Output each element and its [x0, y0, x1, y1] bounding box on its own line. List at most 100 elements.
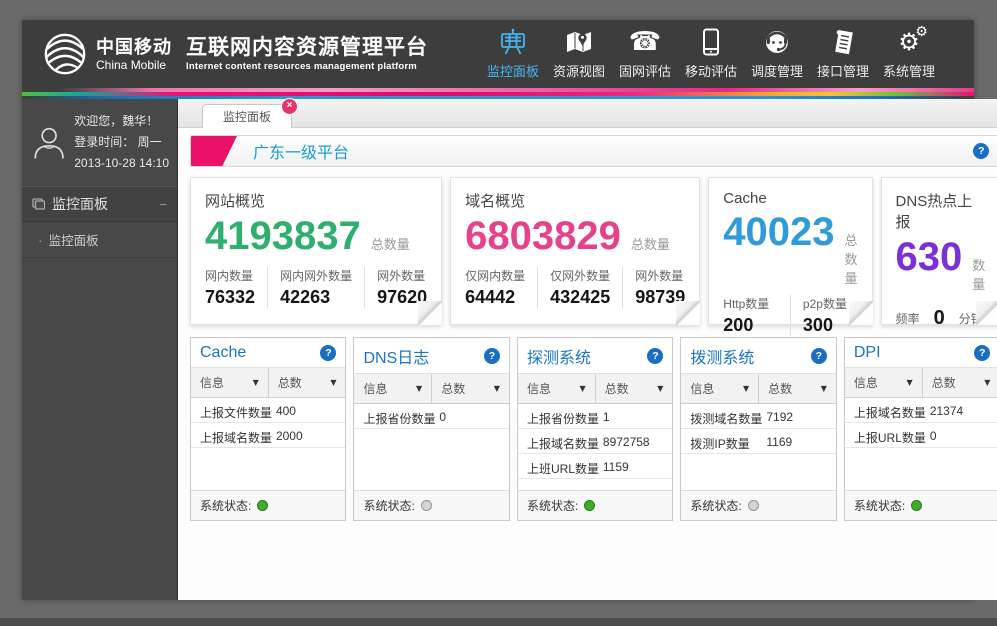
- table-row: 上报域名数量21374: [845, 398, 997, 423]
- stat-label: 仅网内数量: [465, 267, 525, 284]
- panel-cache: Cache ? 信息▼ 总数▼ 上报文件数量400 上报域名数量2000 系统状…: [190, 337, 346, 521]
- table-row: 上报省份数量0: [354, 404, 508, 429]
- panel-title: 探测系统: [527, 344, 591, 368]
- system-panels: Cache ? 信息▼ 总数▼ 上报文件数量400 上报域名数量2000 系统状…: [190, 337, 997, 521]
- nav-item-dispatch-mgmt[interactable]: 调度管理: [744, 23, 810, 86]
- folded-corner: [849, 301, 873, 325]
- decorative-ribbon: [22, 88, 974, 99]
- nav-label: 调度管理: [751, 61, 803, 80]
- tab-monitor-panel[interactable]: 监控面板 ×: [202, 104, 292, 128]
- folded-corner: [976, 301, 997, 325]
- chevron-down-icon: ▼: [743, 384, 749, 393]
- dropdown-info[interactable]: 信息▼: [191, 368, 268, 397]
- card-title: 域名概览: [465, 190, 685, 211]
- card-value: 630: [896, 234, 963, 280]
- stat-value: 76332: [205, 287, 255, 308]
- brand: 中国移动 China Mobile: [42, 31, 172, 77]
- nav-item-mobile-eval[interactable]: 移动评估: [678, 23, 744, 86]
- help-icon[interactable]: ?: [647, 348, 663, 364]
- phone-icon: ☎: [629, 27, 661, 57]
- dropdown-info[interactable]: 信息▼: [845, 368, 922, 397]
- close-icon[interactable]: ×: [281, 98, 298, 115]
- folder-small-icon: [32, 198, 45, 210]
- nav-label: 系统管理: [883, 61, 935, 80]
- main-content: 监控面板 × 广东一级平台 ? 网站概览 4193837 总数量: [178, 99, 997, 600]
- status-dot: [584, 500, 595, 511]
- page-title-bar: 广东一级平台 ?: [190, 135, 997, 167]
- dropdown-total[interactable]: 总数▼: [268, 368, 346, 397]
- folded-corner: [676, 301, 700, 325]
- nav-item-system-mgmt[interactable]: ⚙ ⚙ 系统管理: [876, 23, 942, 86]
- desktop-bottom-strip: [0, 618, 997, 626]
- nav-item-resource-view[interactable]: 资源视图: [546, 23, 612, 86]
- panel-title: 拨测系统: [690, 344, 754, 368]
- panel-dpi: DPI ? 信息▼ 总数▼ 上报域名数量21374 上报URL数量0 系统状态:: [844, 337, 997, 521]
- welcome-text: 欢迎您，魏华！: [74, 111, 169, 132]
- document-icon: [829, 27, 857, 57]
- collapse-icon[interactable]: −: [159, 197, 167, 212]
- card-value-label: 总数量: [845, 230, 858, 287]
- status-label: 系统状态:: [527, 497, 578, 514]
- nav-label: 资源视图: [553, 61, 605, 80]
- dropdown-total[interactable]: 总数▼: [758, 374, 836, 403]
- sidebar-item-label: 监控面板: [49, 230, 99, 249]
- dropdown-total[interactable]: 总数▼: [595, 374, 673, 403]
- mobile-icon: [702, 27, 720, 57]
- dropdown-total[interactable]: 总数▼: [431, 374, 509, 403]
- dropdown-total[interactable]: 总数▼: [922, 368, 997, 397]
- help-icon[interactable]: ?: [811, 348, 827, 364]
- nav-item-monitor-panel[interactable]: 监控面板: [480, 23, 546, 86]
- panel-title: DPI: [854, 344, 881, 362]
- folded-corner: [418, 301, 442, 325]
- panel-dns-log: DNS日志 ? 信息▼ 总数▼ 上报省份数量0 系统状态:: [353, 337, 509, 521]
- help-icon[interactable]: ?: [973, 143, 989, 159]
- table-row: 上报省份数量1: [518, 404, 672, 429]
- card-cache: Cache 40023 总数量 Http数量200 p2p数量300: [708, 177, 872, 325]
- nav-label: 接口管理: [817, 61, 869, 80]
- chevron-down-icon: ▼: [821, 384, 827, 393]
- panel-title: DNS日志: [363, 344, 429, 368]
- card-value-label: 总数量: [631, 234, 670, 253]
- help-icon[interactable]: ?: [484, 348, 500, 364]
- nav-item-fixed-network-eval[interactable]: ☎ 固网评估: [612, 23, 678, 86]
- stat-label: 网外数量: [635, 267, 685, 284]
- status-dot: [257, 500, 268, 511]
- card-title: DNS热点上报: [896, 190, 986, 232]
- china-mobile-logo-icon: [42, 31, 88, 77]
- panel-dial-test-system: 拨测系统 ? 信息▼ 总数▼ 拨测域名数量7192 拨测IP数量1169 系统状…: [680, 337, 836, 521]
- logo-en: China Mobile: [96, 59, 172, 71]
- nav-item-interface-mgmt[interactable]: 接口管理: [810, 23, 876, 86]
- nav-label: 监控面板: [487, 61, 539, 80]
- chevron-down-icon: ▼: [906, 378, 912, 387]
- card-title: 网站概览: [205, 190, 427, 211]
- app-header: 中国移动 China Mobile 互联网内容资源管理平台 Internet c…: [22, 20, 974, 88]
- card-dns-hotspot: DNS热点上报 630 数量 频率 0 分钟: [881, 177, 997, 325]
- platform-subtitle: Internet content resources management pl…: [186, 62, 428, 72]
- sidebar-item-monitor-panel[interactable]: · 监控面板: [22, 222, 177, 258]
- help-icon[interactable]: ?: [320, 345, 336, 361]
- user-info: 欢迎您，魏华！ 登录时间： 周一 2013-10-28 14:10: [22, 99, 177, 186]
- chevron-down-icon: ▼: [416, 384, 422, 393]
- card-website-overview: 网站概览 4193837 总数量 网内数量76332 网内网外数量42263 网…: [190, 177, 442, 325]
- stat-label: 仅网外数量: [550, 267, 610, 284]
- tab-strip: 监控面板 ×: [178, 99, 997, 128]
- help-icon[interactable]: ?: [974, 345, 990, 361]
- headset-icon: [763, 27, 791, 57]
- dropdown-info[interactable]: 信息▼: [354, 374, 431, 403]
- logo-cn: 中国移动: [96, 38, 172, 56]
- sidebar-group-monitor-panel[interactable]: 监控面板 −: [22, 186, 177, 222]
- dropdown-info[interactable]: 信息▼: [681, 374, 758, 403]
- app-window: 中国移动 China Mobile 互联网内容资源管理平台 Internet c…: [22, 20, 974, 600]
- table-row: 上报域名数量8972758: [518, 429, 672, 454]
- map-icon: [565, 27, 593, 57]
- panel-title: Cache: [200, 344, 246, 362]
- platform-title-block: 互联网内容资源管理平台 Internet content resources m…: [186, 37, 428, 72]
- sidebar: 欢迎您，魏华！ 登录时间： 周一 2013-10-28 14:10 监控面板 −…: [22, 99, 178, 600]
- chevron-down-icon: ▼: [657, 384, 663, 393]
- tab-label: 监控面板: [223, 108, 271, 125]
- table-row: 上报URL数量0: [845, 423, 997, 448]
- gears-icon: ⚙ ⚙: [898, 27, 920, 57]
- table-row: 拨测IP数量1169: [681, 429, 835, 454]
- login-label: 登录时间： 周一: [74, 132, 169, 153]
- dropdown-info[interactable]: 信息▼: [518, 374, 595, 403]
